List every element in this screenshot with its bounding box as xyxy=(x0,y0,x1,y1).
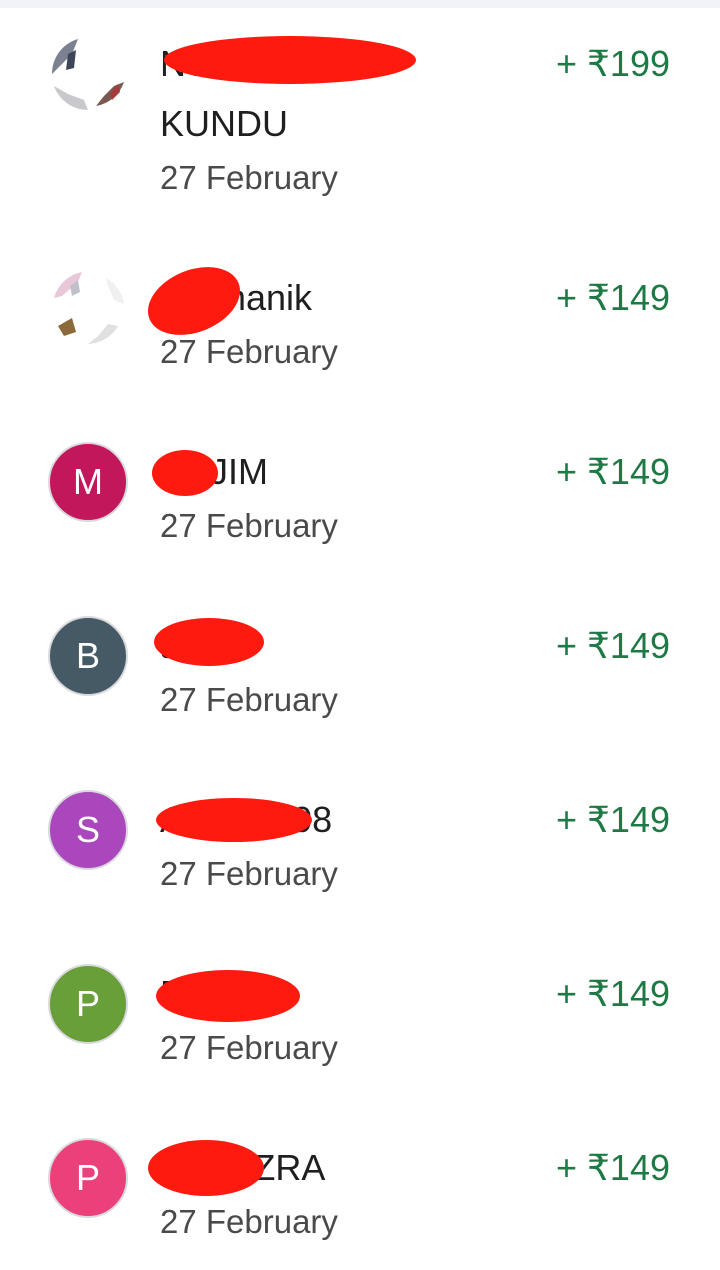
redaction-mark xyxy=(154,618,264,666)
amount-received: + ₹199 xyxy=(556,43,670,84)
amount-received: + ₹149 xyxy=(556,799,670,840)
profile-photo-icon xyxy=(49,35,127,113)
amount-received: + ₹149 xyxy=(556,625,670,666)
profile-photo-avatar xyxy=(48,268,128,348)
avatar-letter: B xyxy=(75,635,100,676)
redaction-mark xyxy=(156,798,312,842)
amount-received: + ₹149 xyxy=(556,277,670,318)
transaction-date: 27 February xyxy=(160,681,338,718)
amount-received: + ₹149 xyxy=(556,973,670,1014)
redaction-mark xyxy=(164,36,416,84)
letter-avatar: M xyxy=(48,442,128,522)
profile-photo-icon xyxy=(49,269,127,347)
transaction-date: 27 February xyxy=(160,159,338,196)
avatar-letter: S xyxy=(75,809,100,850)
transaction-date: 27 February xyxy=(160,855,338,892)
letter-avatar: B xyxy=(48,616,128,696)
amount-received: + ₹149 xyxy=(556,451,670,492)
transaction-date: 27 February xyxy=(160,1029,338,1066)
transaction-date: 27 February xyxy=(160,1203,338,1240)
letter-avatar: S xyxy=(48,790,128,870)
avatar-letter: P xyxy=(75,1157,100,1198)
avatar-letter: M xyxy=(73,461,103,502)
letter-avatar: P xyxy=(48,964,128,1044)
redaction-mark xyxy=(148,1140,264,1196)
redaction-mark xyxy=(156,970,300,1022)
transaction-date: 27 February xyxy=(160,507,338,544)
amount-received: + ₹149 xyxy=(556,1147,670,1188)
transaction-date: 27 February xyxy=(160,333,338,370)
avatar-letter: P xyxy=(75,983,100,1024)
top-divider xyxy=(0,0,720,8)
letter-avatar: P xyxy=(48,1138,128,1218)
redaction-mark xyxy=(152,450,218,496)
profile-photo-avatar xyxy=(48,34,128,114)
